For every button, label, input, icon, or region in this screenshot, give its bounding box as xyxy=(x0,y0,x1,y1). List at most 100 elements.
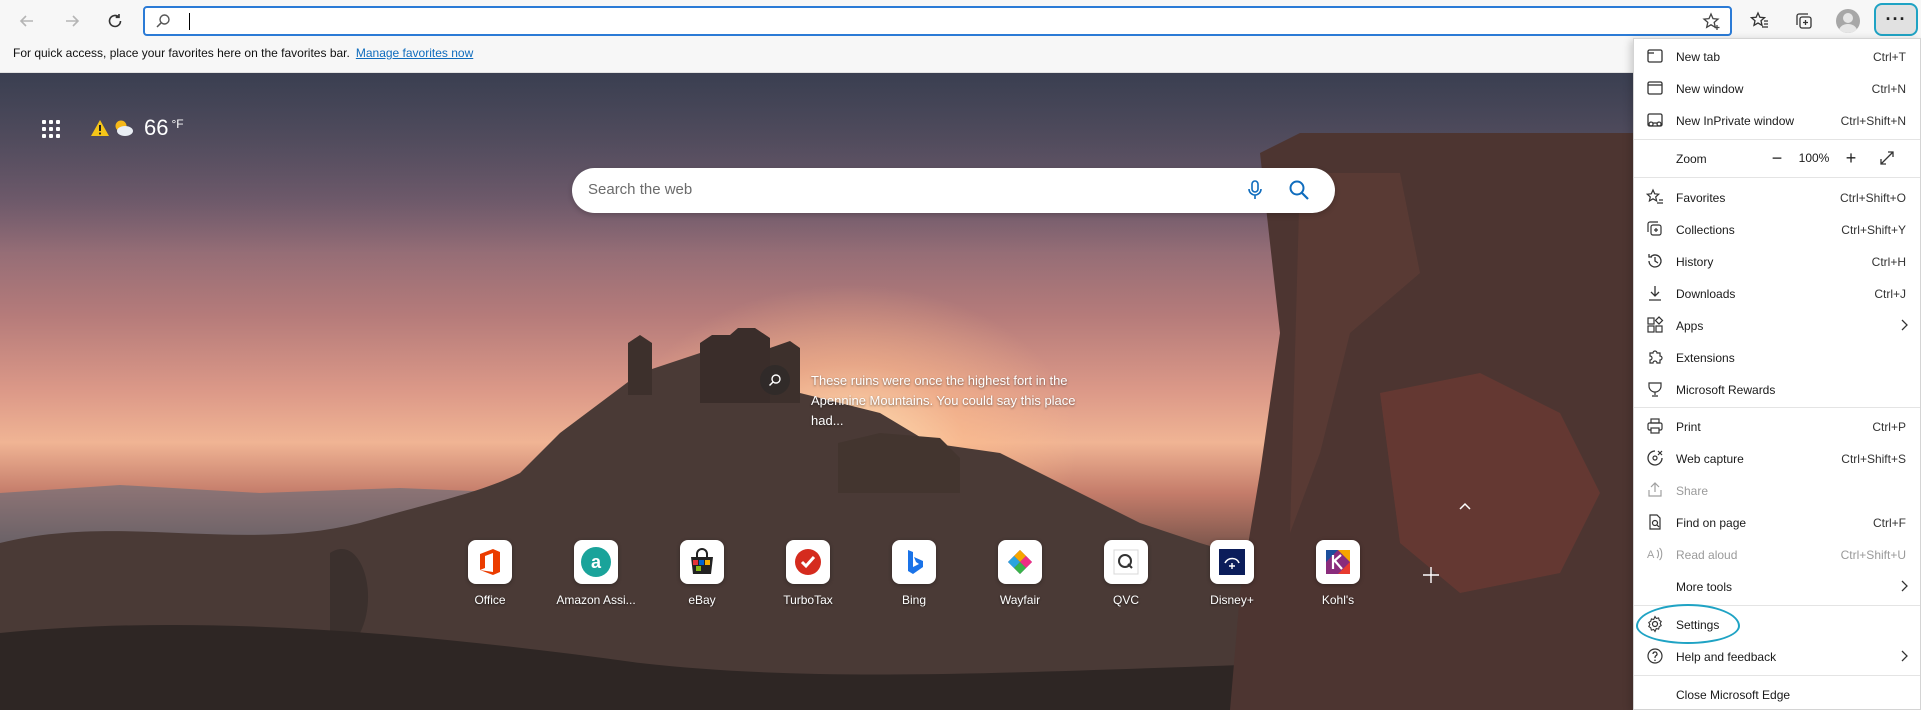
ebay-icon xyxy=(691,548,713,574)
print-icon xyxy=(1647,418,1663,434)
collections-icon xyxy=(1796,13,1812,29)
menu-item-more-tools[interactable]: More tools xyxy=(1634,571,1920,601)
favorites-icon xyxy=(1645,188,1663,204)
menu-item-microsoft-rewards[interactable]: Microsoft Rewards xyxy=(1634,374,1920,404)
quick-link-qvc[interactable]: QVC xyxy=(1081,540,1171,607)
menu-item-new-inprivate-window[interactable]: New InPrivate window Ctrl+Shift+N xyxy=(1634,105,1920,135)
zoom-out-button[interactable]: − xyxy=(1764,145,1790,171)
image-info-button[interactable] xyxy=(760,365,790,395)
new-window-icon xyxy=(1647,81,1663,95)
menu-item-close-microsoft-edge[interactable]: Close Microsoft Edge xyxy=(1634,679,1920,709)
quick-link-turbotax[interactable]: TurboTax xyxy=(763,540,853,607)
menu-item-new-window[interactable]: New window Ctrl+N xyxy=(1634,73,1920,103)
zoom-level: 100% xyxy=(1798,151,1830,165)
apps-launcher-icon[interactable] xyxy=(42,120,60,138)
forward-button[interactable] xyxy=(57,6,87,36)
share-icon xyxy=(1648,482,1662,497)
history-icon xyxy=(1648,254,1662,268)
chevron-right-icon xyxy=(1901,319,1908,331)
menu-item-web-capture[interactable]: Web capture Ctrl+Shift+S xyxy=(1634,443,1920,473)
collections-icon xyxy=(1647,221,1662,236)
chevron-right-icon xyxy=(1901,580,1908,592)
image-info-text[interactable]: These ruins were once the highest fort i… xyxy=(811,371,1081,431)
zoom-in-button[interactable]: + xyxy=(1838,145,1864,171)
rewards-icon xyxy=(1648,382,1662,397)
read-aloud-icon: A xyxy=(1647,547,1663,561)
menu-item-find-on-page[interactable]: Find on page Ctrl+F xyxy=(1634,507,1920,537)
quick-link-office[interactable]: Office xyxy=(445,540,535,607)
weather-widget[interactable]: 66 °F xyxy=(90,113,184,143)
refresh-icon xyxy=(108,14,122,28)
wayfair-icon xyxy=(1008,550,1032,574)
text-caret xyxy=(189,13,190,30)
weather-temperature: 66 xyxy=(144,115,169,140)
web-search-placeholder: Search the web xyxy=(588,181,693,198)
menu-item-help-and-feedback[interactable]: Help and feedback xyxy=(1634,641,1920,671)
menu-item-collections[interactable]: Collections Ctrl+Shift+Y xyxy=(1634,214,1920,244)
web-capture-icon xyxy=(1647,450,1663,466)
address-bar[interactable] xyxy=(143,6,1732,36)
browser-toolbar: ··· xyxy=(0,0,1921,42)
quick-link-disney[interactable]: Disney+ xyxy=(1187,540,1277,607)
fullscreen-icon xyxy=(1880,151,1894,165)
inprivate-icon xyxy=(1647,113,1663,127)
add-favorite-icon[interactable] xyxy=(1702,12,1722,32)
disney-icon xyxy=(1219,549,1245,575)
back-button[interactable] xyxy=(12,6,42,36)
chevron-up-icon[interactable] xyxy=(1457,500,1473,512)
menu-item-settings[interactable]: Settings xyxy=(1634,609,1920,639)
menu-item-zoom: Zoom − 100% + xyxy=(1634,143,1920,173)
menu-item-extensions[interactable]: Extensions xyxy=(1634,342,1920,372)
find-icon xyxy=(1649,514,1661,530)
svg-text:a: a xyxy=(591,552,602,572)
favorites-button[interactable] xyxy=(1748,9,1772,33)
turbotax-icon xyxy=(795,549,821,575)
microphone-icon[interactable] xyxy=(1244,179,1266,201)
search-icon xyxy=(156,14,170,28)
favorites-bar-message: For quick access, place your favorites h… xyxy=(13,46,350,60)
quick-link-ebay[interactable]: eBay xyxy=(657,540,747,607)
office-icon xyxy=(480,549,500,575)
quick-link-wayfair[interactable]: Wayfair xyxy=(975,540,1065,607)
collections-button[interactable] xyxy=(1792,9,1816,33)
menu-item-apps[interactable]: Apps xyxy=(1634,310,1920,340)
menu-item-read-aloud: A Read aloud Ctrl+Shift+U xyxy=(1634,539,1920,569)
quick-link-kohls[interactable]: Kohl's xyxy=(1293,540,1383,607)
amazon-icon: a xyxy=(581,547,611,577)
qvc-icon xyxy=(1113,549,1139,575)
svg-text:A: A xyxy=(1647,549,1655,561)
bing-icon xyxy=(908,550,923,574)
apps-icon xyxy=(1647,316,1664,333)
menu-item-new-tab[interactable]: New tab Ctrl+T xyxy=(1634,41,1920,71)
weather-alert-icon xyxy=(91,120,109,136)
gear-icon xyxy=(1648,615,1662,633)
favorites-icon xyxy=(1750,11,1768,28)
manage-favorites-link[interactable]: Manage favorites now xyxy=(356,46,473,60)
forward-icon xyxy=(66,15,80,27)
settings-and-more-menu: New tab Ctrl+T New window Ctrl+N New InPri… xyxy=(1633,38,1921,710)
menu-item-favorites[interactable]: Favorites Ctrl+Shift+O xyxy=(1634,182,1920,212)
web-search-box[interactable]: Search the web xyxy=(572,168,1335,213)
back-icon xyxy=(19,15,33,27)
menu-item-share: Share xyxy=(1634,475,1920,505)
refresh-button[interactable] xyxy=(100,6,130,36)
download-icon xyxy=(1649,286,1661,301)
kohls-icon xyxy=(1326,550,1350,574)
search-icon xyxy=(768,374,781,387)
weather-unit: °F xyxy=(171,117,184,131)
menu-item-history[interactable]: History Ctrl+H xyxy=(1634,246,1920,276)
extensions-icon xyxy=(1649,350,1663,364)
more-button[interactable]: ··· xyxy=(1874,3,1918,36)
new-tab-icon xyxy=(1647,49,1663,63)
profile-icon[interactable] xyxy=(1836,9,1860,33)
more-icon: ··· xyxy=(1885,9,1907,29)
chevron-right-icon xyxy=(1901,650,1908,662)
menu-item-print[interactable]: Print Ctrl+P xyxy=(1634,411,1920,441)
fullscreen-button[interactable] xyxy=(1874,145,1900,171)
search-icon[interactable] xyxy=(1287,178,1311,202)
quick-link-bing[interactable]: Bing xyxy=(869,540,959,607)
add-quick-link-icon[interactable] xyxy=(1421,565,1441,585)
partly-cloudy-icon xyxy=(115,120,133,136)
quick-link-amazon[interactable]: a Amazon Assi... xyxy=(551,540,641,607)
menu-item-downloads[interactable]: Downloads Ctrl+J xyxy=(1634,278,1920,308)
